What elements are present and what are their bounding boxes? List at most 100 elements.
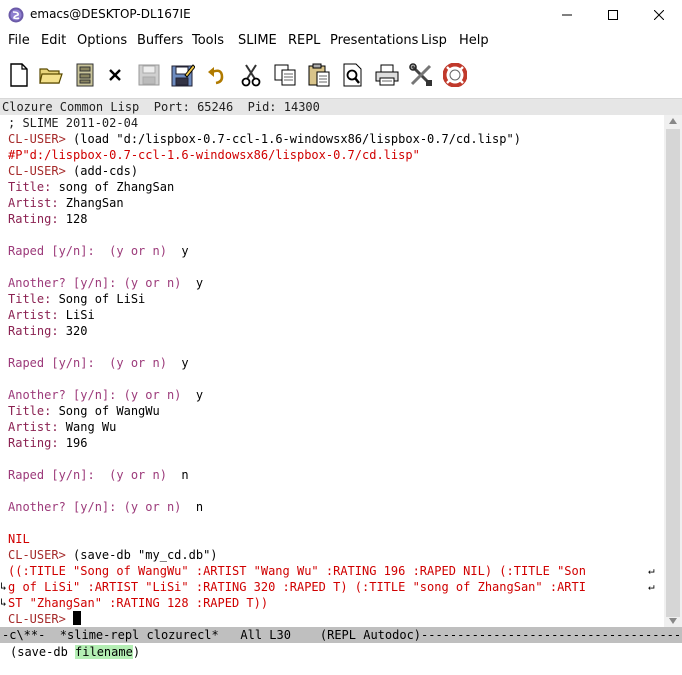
repl-line: Title: Song of WangWu bbox=[8, 403, 160, 419]
scroll-up-arrow-icon[interactable] bbox=[669, 118, 677, 124]
window-title: emacs@DESKTOP-DL167IE bbox=[30, 7, 191, 21]
repl-input: Song of WangWu bbox=[58, 404, 160, 418]
scroll-down-arrow-icon[interactable] bbox=[669, 618, 677, 624]
copy-button[interactable] bbox=[272, 62, 298, 88]
repl-query: Raped [y/n]: (y or n) bbox=[8, 244, 182, 258]
repl-prompt: CL-USER> bbox=[8, 548, 74, 562]
maximize-icon bbox=[608, 10, 618, 20]
cut-icon bbox=[241, 64, 261, 87]
repl-output-label: Artist: bbox=[8, 308, 66, 322]
repl-input: song of ZhangSan bbox=[58, 180, 175, 194]
menu-lisp[interactable]: Lisp bbox=[421, 33, 447, 48]
search-icon bbox=[343, 63, 362, 87]
print-icon bbox=[375, 64, 399, 86]
repl-result[interactable]: #P"d:/lispbox-0.7-ccl-1.6-windowsx86/lis… bbox=[8, 148, 420, 162]
help-button[interactable] bbox=[442, 62, 468, 88]
repl-query: Another? [y/n]: (y or n) bbox=[8, 388, 196, 402]
close-icon bbox=[109, 69, 121, 81]
undo-button[interactable] bbox=[204, 62, 230, 88]
text-cursor bbox=[73, 611, 82, 625]
repl-input: Song of LiSi bbox=[58, 292, 146, 306]
scrollbar-thumb[interactable] bbox=[666, 129, 680, 617]
repl-input: ZhangSan bbox=[65, 196, 124, 210]
continuation-arrow-icon: ↳ bbox=[0, 580, 7, 593]
menu-buffers[interactable]: Buffers bbox=[137, 33, 183, 48]
repl-line: Title: song of ZhangSan bbox=[8, 179, 174, 195]
repl-line: ((:TITLE "Song of WangWu" :ARTIST "Wang … bbox=[8, 563, 586, 579]
repl-output-label: Title: bbox=[8, 180, 59, 194]
repl-query: Raped [y/n]: (y or n) bbox=[8, 356, 182, 370]
continuation-arrow-icon: ↵ bbox=[648, 580, 655, 593]
repl-buffer[interactable]: ; SLIME 2011-02-04 CL-USER> (load "d:/li… bbox=[0, 115, 664, 627]
paste-button[interactable] bbox=[306, 62, 332, 88]
repl-line: Title: Song of LiSi bbox=[8, 291, 145, 307]
repl-line: Artist: Wang Wu bbox=[8, 419, 116, 435]
repl-line: #P"d:/lispbox-0.7-ccl-1.6-windowsx86/lis… bbox=[8, 147, 420, 163]
search-button[interactable] bbox=[340, 62, 366, 88]
repl-result[interactable]: NIL bbox=[8, 532, 30, 546]
menu-options[interactable]: Options bbox=[77, 33, 127, 48]
open-file-button[interactable] bbox=[38, 62, 64, 88]
open-folder-icon bbox=[39, 68, 63, 84]
repl-result[interactable]: ST "ZhangSan" :RATING 128 :RAPED T)) bbox=[8, 596, 268, 610]
repl-input[interactable]: (save-db "my_cd.db") bbox=[73, 548, 218, 562]
cut-button[interactable] bbox=[238, 62, 264, 88]
repl-line: CL-USER> bbox=[8, 611, 82, 627]
preferences-button[interactable] bbox=[408, 62, 434, 88]
copy-icon bbox=[274, 64, 296, 86]
autodoc-current-arg: filename bbox=[75, 645, 133, 659]
autodoc-signature: (save-db bbox=[10, 645, 76, 659]
repl-answer: n bbox=[181, 468, 189, 482]
title-bar: emacs@DESKTOP-DL167IE bbox=[0, 0, 682, 30]
maximize-button[interactable] bbox=[590, 0, 636, 30]
preferences-icon bbox=[409, 63, 432, 86]
repl-answer: n bbox=[195, 500, 204, 514]
menu-file[interactable]: File bbox=[8, 33, 30, 48]
repl-line: NIL bbox=[8, 531, 30, 547]
continuation-arrow-icon: ↵ bbox=[648, 564, 655, 577]
repl-result[interactable]: ((:TITLE "Song of WangWu" :ARTIST "Wang … bbox=[8, 564, 586, 578]
undo-icon bbox=[208, 67, 224, 85]
repl-input[interactable]: (load "d:/lispbox-0.7-ccl-1.6-windowsx86… bbox=[73, 132, 521, 146]
repl-output-label: Artist: bbox=[8, 196, 66, 210]
menu-repl[interactable]: REPL bbox=[288, 33, 320, 48]
save-as-button[interactable] bbox=[170, 62, 196, 88]
repl-line: Rating: 196 bbox=[8, 435, 87, 451]
header-line: Clozure Common Lisp Port: 65246 Pid: 143… bbox=[0, 99, 682, 115]
close-icon bbox=[654, 10, 664, 20]
repl-input: 128 bbox=[65, 212, 88, 226]
repl-result[interactable]: g of LiSi" :ARTIST "LiSi" :RATING 320 :R… bbox=[8, 580, 586, 594]
menu-help[interactable]: Help bbox=[459, 33, 489, 48]
menu-presentations[interactable]: Presentations bbox=[330, 33, 418, 48]
save-button[interactable] bbox=[136, 62, 162, 88]
repl-input: Wang Wu bbox=[65, 420, 117, 434]
mode-line-text: -c\**- *slime-repl clozurecl* All L30 (R… bbox=[2, 628, 682, 642]
close-window-button[interactable] bbox=[636, 0, 682, 30]
menu-tools[interactable]: Tools bbox=[192, 33, 224, 48]
header-line-text: Clozure Common Lisp Port: 65246 Pid: 143… bbox=[2, 100, 320, 114]
repl-line: ; SLIME 2011-02-04 bbox=[8, 115, 138, 131]
repl-input[interactable]: (add-cds) bbox=[73, 164, 138, 178]
repl-line: Rating: 320 bbox=[8, 323, 87, 339]
repl-banner: ; SLIME 2011-02-04 bbox=[8, 116, 139, 130]
minimize-button[interactable] bbox=[544, 0, 590, 30]
repl-prompt: CL-USER> bbox=[8, 164, 74, 178]
new-file-button[interactable] bbox=[6, 62, 32, 88]
repl-output-label: Rating: bbox=[8, 212, 66, 226]
menu-slime[interactable]: SLIME bbox=[238, 33, 277, 48]
repl-line: ST "ZhangSan" :RATING 128 :RAPED T)) bbox=[8, 595, 268, 611]
open-dired-icon bbox=[76, 63, 94, 87]
repl-line: Artist: ZhangSan bbox=[8, 195, 124, 211]
emacs-app-icon bbox=[8, 7, 24, 23]
repl-input: 320 bbox=[65, 324, 88, 338]
menu-edit[interactable]: Edit bbox=[41, 33, 66, 48]
repl-query: Another? [y/n]: (y or n) bbox=[8, 276, 196, 290]
repl-answer: y bbox=[195, 388, 204, 402]
vertical-scrollbar[interactable] bbox=[664, 115, 682, 627]
repl-output-label: Title: bbox=[8, 292, 59, 306]
kill-buffer-button[interactable] bbox=[102, 62, 128, 88]
minibuffer[interactable]: (save-db filename) bbox=[0, 643, 682, 660]
open-dired-button[interactable] bbox=[72, 62, 98, 88]
print-button[interactable] bbox=[374, 62, 400, 88]
new-file-icon bbox=[10, 63, 28, 87]
